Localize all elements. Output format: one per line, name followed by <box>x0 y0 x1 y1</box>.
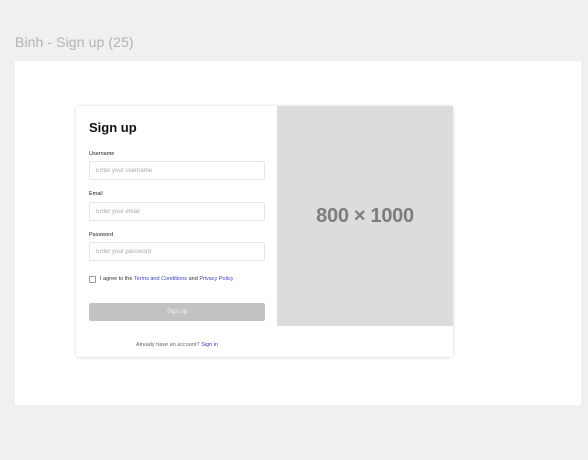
email-input[interactable] <box>89 202 265 221</box>
image-placeholder: 800 × 1000 <box>277 106 453 326</box>
username-label: Username <box>89 151 115 157</box>
signup-button[interactable]: Sign up <box>89 303 265 321</box>
password-input[interactable] <box>89 242 265 261</box>
artboard: Sign up Username Email Password I agree … <box>15 61 581 405</box>
signup-card: Sign up Username Email Password I agree … <box>76 106 453 357</box>
password-label: Password <box>89 232 114 238</box>
signin-prompt: Already have an account? <box>136 342 200 348</box>
terms-link[interactable]: Terms and Conditions <box>134 276 187 282</box>
privacy-link[interactable]: Privacy Policy <box>199 276 233 282</box>
email-label: Email <box>89 191 103 197</box>
username-input[interactable] <box>89 161 265 180</box>
terms-agreement: I agree to the Terms and Conditions and … <box>89 275 234 283</box>
page-title: Sign up <box>89 120 137 135</box>
signin-row: Already have an account? Sign in <box>89 342 265 348</box>
signin-link[interactable]: Sign in <box>201 342 218 348</box>
agree-checkbox[interactable] <box>89 275 96 283</box>
frame-title: Binh - Sign up (25) <box>15 34 134 50</box>
signup-form: Sign up Username Email Password I agree … <box>89 106 265 357</box>
agree-and-text: and <box>188 276 198 282</box>
image-placeholder-label: 800 × 1000 <box>316 204 414 227</box>
agree-text: I agree to the <box>100 276 133 282</box>
